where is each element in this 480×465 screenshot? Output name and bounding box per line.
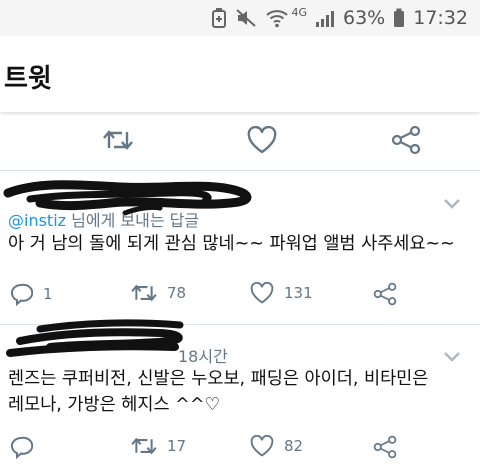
- title-bar: 트윗: [0, 36, 480, 112]
- chevron-down-icon[interactable]: [442, 349, 462, 363]
- chevron-down-icon[interactable]: [442, 196, 462, 210]
- signal-icon: [315, 9, 335, 27]
- like-count: 82: [284, 437, 304, 455]
- heart-icon: [250, 435, 274, 457]
- retweet-button[interactable]: 78: [131, 282, 186, 304]
- like-count: 131: [284, 284, 313, 302]
- battery-icon: [393, 8, 405, 28]
- reply-tweet[interactable]: @instiz 님에게 보내는 답글 아 거 남의 돌에 되게 관심 많네~~ …: [0, 171, 480, 325]
- share-icon: [391, 125, 421, 155]
- reply-time: 18시간: [178, 347, 228, 366]
- share-icon: [373, 435, 397, 459]
- retweet-count: 78: [167, 284, 187, 302]
- reply-to-label: 님에게 보내는 답글: [66, 211, 200, 230]
- reply-text-line2: 레모나, 가방은 헤지스 ^^♡: [8, 395, 221, 415]
- share-icon: [373, 282, 397, 306]
- redaction-scribble: [6, 319, 184, 357]
- reply-text: 아 거 남의 돌에 되게 관심 많네~~ 파워업 앨범 사주세요~~: [8, 234, 455, 254]
- reply-text-line1: 렌즈는 쿠퍼비전, 신발은 누오보, 패딩은 아이더, 비타민은: [8, 369, 429, 389]
- like-button[interactable]: 82: [250, 435, 303, 457]
- wifi-icon: [265, 8, 289, 28]
- retweet-button[interactable]: [101, 123, 135, 157]
- mute-icon: [235, 8, 257, 28]
- reply-to-line: @instiz 님에게 보내는 답글: [8, 207, 199, 231]
- reply-to-handle[interactable]: @instiz: [8, 211, 66, 230]
- heart-icon: [247, 126, 277, 154]
- reply-action-bar: 17 82: [0, 435, 480, 465]
- reply-icon: [10, 283, 33, 306]
- retweet-icon: [131, 284, 157, 302]
- network-type: 4G: [291, 5, 307, 19]
- like-button[interactable]: 131: [250, 282, 313, 304]
- page-title: 트윗: [4, 64, 52, 94]
- share-button[interactable]: [373, 282, 397, 306]
- share-button[interactable]: [373, 435, 397, 459]
- reply-count: 1: [43, 285, 53, 303]
- tweet-action-bar: [0, 112, 480, 171]
- retweet-button[interactable]: 17: [131, 435, 186, 457]
- retweet-icon: [131, 437, 157, 455]
- battery-saver-icon: [211, 8, 227, 28]
- reply-icon: [10, 436, 33, 459]
- reply-tweet[interactable]: 18시간 렌즈는 쿠퍼비전, 신발은 누오보, 패딩은 아이더, 비타민은 레모…: [0, 319, 480, 465]
- retweet-icon: [103, 130, 133, 150]
- clock: 17:32: [413, 7, 468, 29]
- battery-percent: 63%: [343, 7, 386, 29]
- reply-button[interactable]: 1: [9, 282, 53, 306]
- reply-action-bar: 1 78 131: [0, 282, 480, 312]
- retweet-count: 17: [167, 437, 187, 455]
- reply-button[interactable]: [9, 435, 33, 459]
- status-bar: 4G 63% 17:32: [0, 0, 480, 36]
- like-button[interactable]: [245, 123, 279, 157]
- heart-icon: [250, 282, 274, 304]
- share-button[interactable]: [389, 123, 423, 157]
